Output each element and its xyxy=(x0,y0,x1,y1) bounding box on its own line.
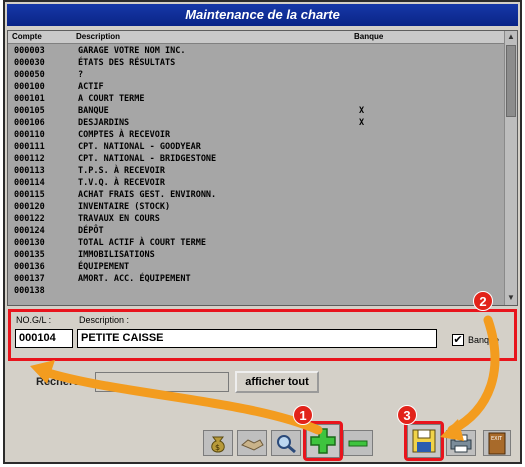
step-badge-3: 3 xyxy=(397,405,417,425)
annotation-arrows xyxy=(30,315,500,441)
step-badge-2: 2 xyxy=(473,291,493,311)
step-badge-1: 1 xyxy=(293,405,313,425)
